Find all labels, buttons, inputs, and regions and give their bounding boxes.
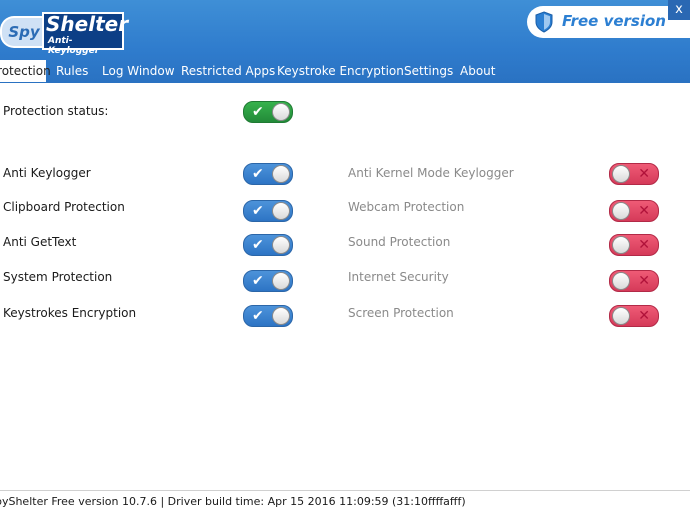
tab-protection-label: Protection [0, 64, 51, 78]
cross-icon: ✕ [638, 308, 650, 324]
keystrokes-encryption-label: Keystrokes Encryption [3, 306, 137, 320]
internet-security-toggle[interactable]: ✕ [609, 270, 659, 292]
webcam-protection-toggle[interactable]: ✕ [609, 200, 659, 222]
cross-icon: ✕ [638, 237, 650, 253]
clipboard-protection-toggle[interactable]: ✔ [243, 200, 293, 222]
protection-status-toggle[interactable]: ✔ [243, 101, 293, 123]
tab-settings[interactable]: Settings [404, 60, 453, 82]
close-button[interactable]: x [668, 0, 690, 20]
sound-protection-label: Sound Protection [348, 235, 451, 249]
tab-protection[interactable]: Protection [0, 60, 51, 82]
check-icon: ✔ [252, 104, 264, 120]
tab-keystroke-encryption[interactable]: Keystroke Encryption [277, 60, 404, 82]
toggle-knob [272, 236, 290, 254]
cross-icon: ✕ [638, 273, 650, 289]
system-protection-toggle[interactable]: ✔ [243, 270, 293, 292]
status-bar: SpyShelter Free version 10.7.6 | Driver … [0, 490, 690, 519]
logo-subtitle: Anti-Keylogger [48, 36, 100, 56]
check-icon: ✔ [252, 237, 264, 253]
toggle-knob [612, 272, 630, 290]
toggle-knob [272, 202, 290, 220]
screen-protection-toggle[interactable]: ✕ [609, 305, 659, 327]
anti-gettext-label: Anti GetText [3, 235, 77, 249]
spyshelter-logo: Spy Shelter Anti-Keylogger [0, 12, 128, 56]
tab-rules[interactable]: Rules [56, 60, 88, 82]
anti-kernel-keylogger-label: Anti Kernel Mode Keylogger [348, 166, 514, 180]
status-text: SpyShelter Free version 10.7.6 | Driver … [0, 495, 466, 508]
free-version-label: Free version [562, 12, 666, 30]
free-version-badge: Free version [527, 6, 690, 38]
tab-log-window[interactable]: Log Window [102, 60, 175, 82]
toggle-knob [612, 202, 630, 220]
anti-keylogger-label: Anti Keylogger [3, 166, 91, 180]
system-protection-label: System Protection [3, 270, 113, 284]
tab-restricted-apps[interactable]: Restricted Apps [181, 60, 275, 82]
webcam-protection-label: Webcam Protection [348, 200, 465, 214]
keystrokes-encryption-toggle[interactable]: ✔ [243, 305, 293, 327]
cross-icon: ✕ [638, 203, 650, 219]
toggle-knob [272, 165, 290, 183]
logo-shelter-box: Shelter Anti-Keylogger [42, 12, 128, 56]
check-icon: ✔ [252, 203, 264, 219]
protection-status-label: Protection status: [3, 104, 109, 118]
check-icon: ✔ [252, 273, 264, 289]
logo-spy-text: Spy [0, 16, 46, 48]
toggle-knob [612, 236, 630, 254]
logo-shelter-text: Shelter [46, 12, 129, 36]
clipboard-protection-label: Clipboard Protection [3, 200, 125, 214]
toggle-knob [272, 272, 290, 290]
tab-about[interactable]: About [460, 60, 495, 82]
sound-protection-toggle[interactable]: ✕ [609, 234, 659, 256]
title-header: Spy Shelter Anti-Keylogger Free version … [0, 0, 690, 83]
toggle-knob [272, 307, 290, 325]
check-icon: ✔ [252, 166, 264, 182]
anti-gettext-toggle[interactable]: ✔ [243, 234, 293, 256]
check-icon: ✔ [252, 308, 264, 324]
toggle-knob [612, 307, 630, 325]
shield-icon [535, 11, 553, 33]
protection-panel: Protection status: ✔ Anti Keylogger ✔ Cl… [0, 83, 690, 490]
toggle-knob [272, 103, 290, 121]
anti-kernel-keylogger-toggle[interactable]: ✕ [609, 163, 659, 185]
internet-security-label: Internet Security [348, 270, 449, 284]
cross-icon: ✕ [638, 166, 650, 182]
anti-keylogger-toggle[interactable]: ✔ [243, 163, 293, 185]
screen-protection-label: Screen Protection [348, 306, 454, 320]
toggle-knob [612, 165, 630, 183]
